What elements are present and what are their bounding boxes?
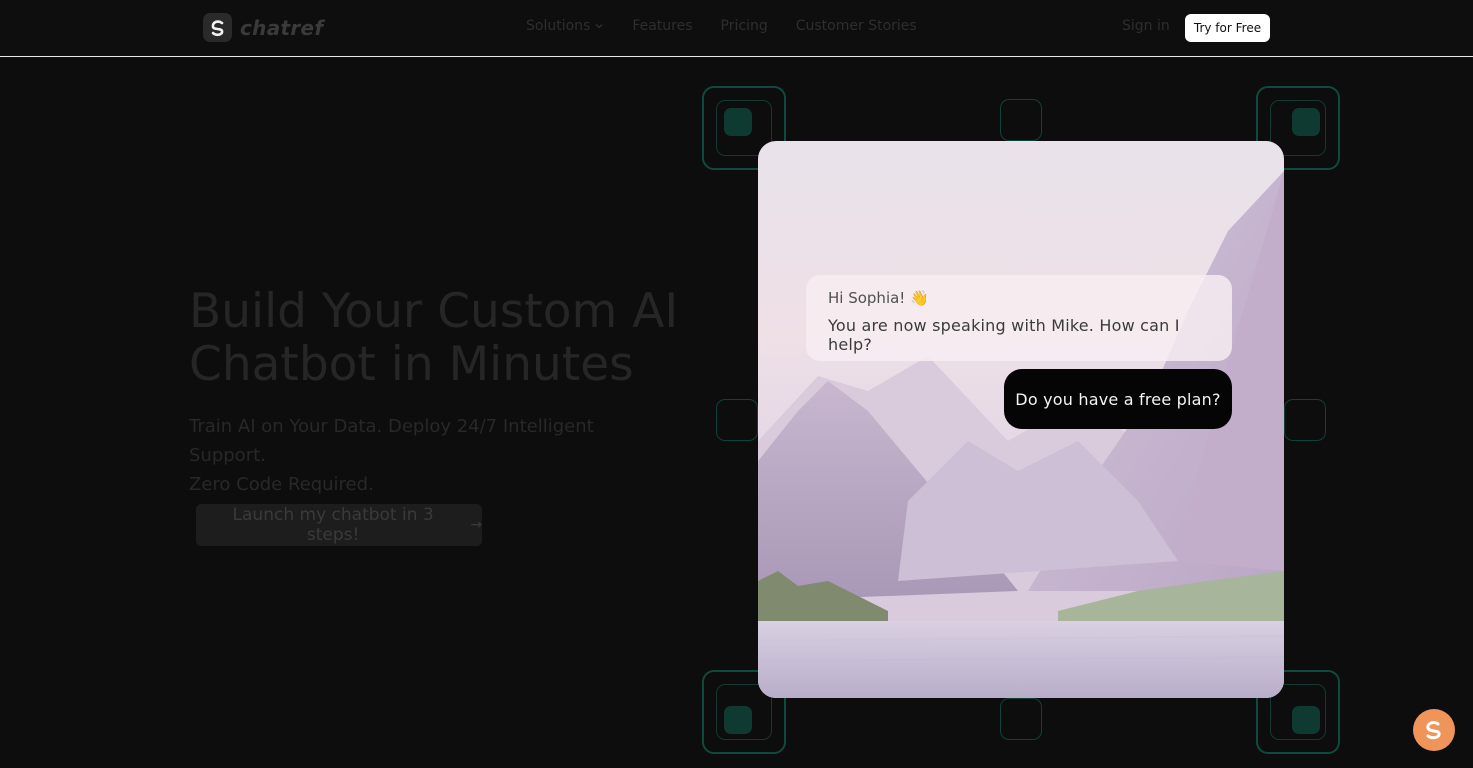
decor-square-mid-right bbox=[1284, 399, 1326, 441]
arrow-right-icon: → bbox=[470, 517, 482, 533]
hero-subtitle-line-2: Zero Code Required. bbox=[189, 474, 374, 495]
logo-icon bbox=[203, 13, 232, 42]
decor-square-top-middle bbox=[1000, 99, 1042, 141]
nav-link-pricing[interactable]: Pricing bbox=[721, 18, 768, 34]
hero-subtitle-line-1: Train AI on Your Data. Deploy 24/7 Intel… bbox=[189, 416, 594, 466]
decor-square-mid-left bbox=[716, 399, 758, 441]
top-nav: chatref Solutions Features Pricing Custo… bbox=[0, 0, 1473, 57]
launch-chatbot-label: Launch my chatbot in 3 steps! bbox=[232, 505, 434, 545]
brand-name: chatref bbox=[240, 15, 324, 40]
nav-link-customer-stories[interactable]: Customer Stories bbox=[796, 18, 917, 34]
decor-square-dot bbox=[724, 108, 752, 136]
try-for-free-button[interactable]: Try for Free bbox=[1185, 14, 1270, 42]
hero-title-line-1: Build Your Custom AI bbox=[189, 284, 679, 339]
landing-page: chatref Solutions Features Pricing Custo… bbox=[0, 0, 1473, 768]
chat-preview-card: Hi Sophia! 👋 You are now speaking with M… bbox=[758, 141, 1284, 698]
bot-message-bubble: Hi Sophia! 👋 You are now speaking with M… bbox=[806, 275, 1232, 361]
sign-in-link[interactable]: Sign in bbox=[1122, 18, 1170, 34]
nav-link-solutions-label: Solutions bbox=[526, 18, 591, 34]
hero-subtitle: Train AI on Your Data. Deploy 24/7 Intel… bbox=[189, 412, 649, 499]
decor-square-dot bbox=[724, 706, 752, 734]
hero-title-line-2: Chatbot in Minutes bbox=[189, 337, 634, 392]
user-message-text: Do you have a free plan? bbox=[1015, 389, 1221, 409]
hero-title: Build Your Custom AI Chatbot in Minutes bbox=[189, 285, 689, 391]
bot-message-text: You are now speaking with Mike. How can … bbox=[828, 316, 1180, 354]
chat-widget-button[interactable] bbox=[1413, 709, 1455, 751]
launch-chatbot-button[interactable]: Launch my chatbot in 3 steps! → bbox=[196, 504, 482, 546]
nav-link-solutions[interactable]: Solutions bbox=[526, 18, 604, 34]
brand-logo[interactable]: chatref bbox=[203, 13, 323, 42]
decor-square-bottom-middle bbox=[1000, 698, 1042, 740]
decor-square-dot bbox=[1292, 108, 1320, 136]
user-message-bubble: Do you have a free plan? bbox=[1004, 369, 1232, 429]
decor-square-dot bbox=[1292, 706, 1320, 734]
chat-widget-icon bbox=[1426, 721, 1441, 740]
bot-greeting: Hi Sophia! 👋 bbox=[828, 289, 929, 307]
nav-links: Solutions Features Pricing Customer Stor… bbox=[526, 18, 917, 34]
nav-link-features[interactable]: Features bbox=[632, 18, 692, 34]
chevron-down-icon bbox=[595, 24, 603, 29]
